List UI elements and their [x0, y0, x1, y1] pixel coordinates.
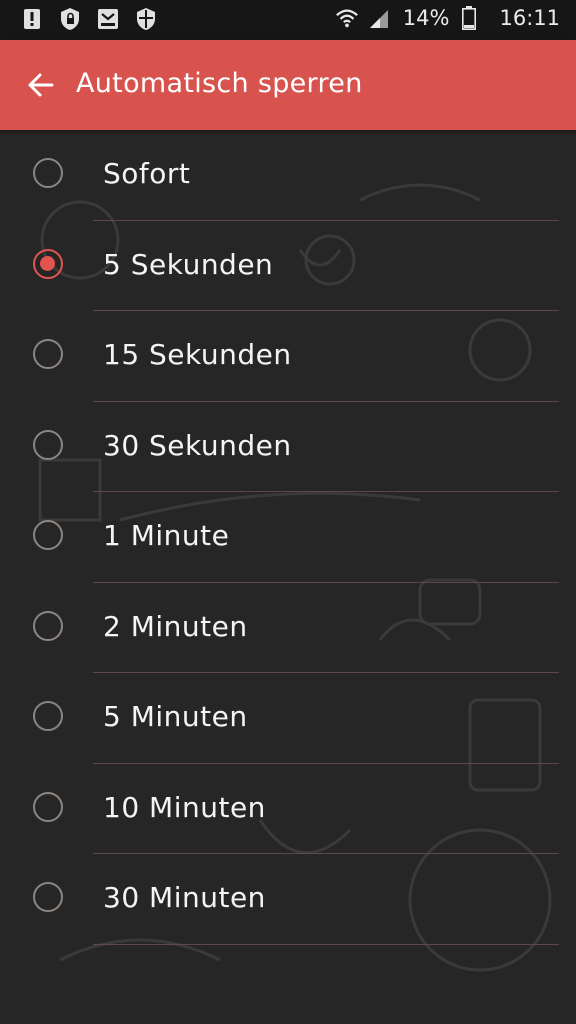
warning-icon — [20, 7, 44, 31]
status-bar: 14% 16:11 — [0, 0, 576, 40]
option-1-minute[interactable]: 1 Minute — [0, 492, 576, 583]
page-title: Automatisch sperren — [76, 68, 363, 99]
battery-percentage: 14% — [402, 6, 450, 30]
option-10-minuten[interactable]: 10 Minuten — [0, 764, 576, 854]
security-shield-icon — [134, 7, 158, 31]
radio-button[interactable] — [33, 520, 63, 550]
radio-button[interactable] — [33, 158, 63, 188]
signal-icon — [367, 6, 391, 30]
wifi-icon — [335, 6, 359, 30]
radio-button[interactable] — [33, 429, 63, 460]
option-15-sekunden[interactable]: 15 Sekunden — [0, 311, 576, 402]
arrow-left-icon — [28, 73, 54, 97]
auto-lock-options-list: Sofort 5 Sekunden 15 Sekunden 30 Sekunde… — [0, 130, 576, 945]
status-clock: 16:11 — [499, 6, 560, 30]
radio-button[interactable] — [33, 610, 63, 641]
radio-button[interactable] — [33, 882, 63, 912]
option-2-minuten[interactable]: 2 Minuten — [0, 583, 576, 673]
option-30-sekunden[interactable]: 30 Sekunden — [0, 402, 576, 492]
option-label: 5 Sekunden — [103, 247, 274, 281]
radio-button[interactable] — [33, 701, 63, 731]
option-label: 2 Minuten — [103, 609, 248, 643]
back-button[interactable] — [20, 65, 60, 105]
divider — [93, 943, 559, 945]
status-system-icons: 14% 16:11 — [335, 6, 560, 30]
option-label: 30 Minuten — [103, 881, 266, 914]
option-5-sekunden[interactable]: 5 Sekunden — [0, 221, 576, 311]
option-sofort[interactable]: Sofort — [0, 130, 576, 221]
option-label: 15 Sekunden — [103, 338, 292, 371]
option-label: Sofort — [103, 157, 191, 190]
option-label: 10 Minuten — [103, 790, 266, 824]
status-notification-icons — [20, 7, 158, 31]
option-label: 5 Minuten — [103, 700, 248, 733]
radio-button[interactable] — [33, 791, 63, 822]
samsung-gear-icon — [96, 7, 120, 31]
battery-icon — [457, 6, 481, 30]
app-bar: Automatisch sperren — [0, 40, 576, 130]
option-label: 1 Minute — [103, 519, 230, 552]
shield-lock-icon — [58, 7, 82, 31]
option-5-minuten[interactable]: 5 Minuten — [0, 673, 576, 764]
radio-button-selected[interactable] — [33, 248, 63, 279]
radio-button[interactable] — [33, 339, 63, 369]
option-30-minuten[interactable]: 30 Minuten — [0, 854, 576, 945]
screen: 14% 16:11 Automatisch sperren Sofort 5 S… — [0, 0, 576, 1024]
option-label: 30 Sekunden — [103, 428, 292, 462]
